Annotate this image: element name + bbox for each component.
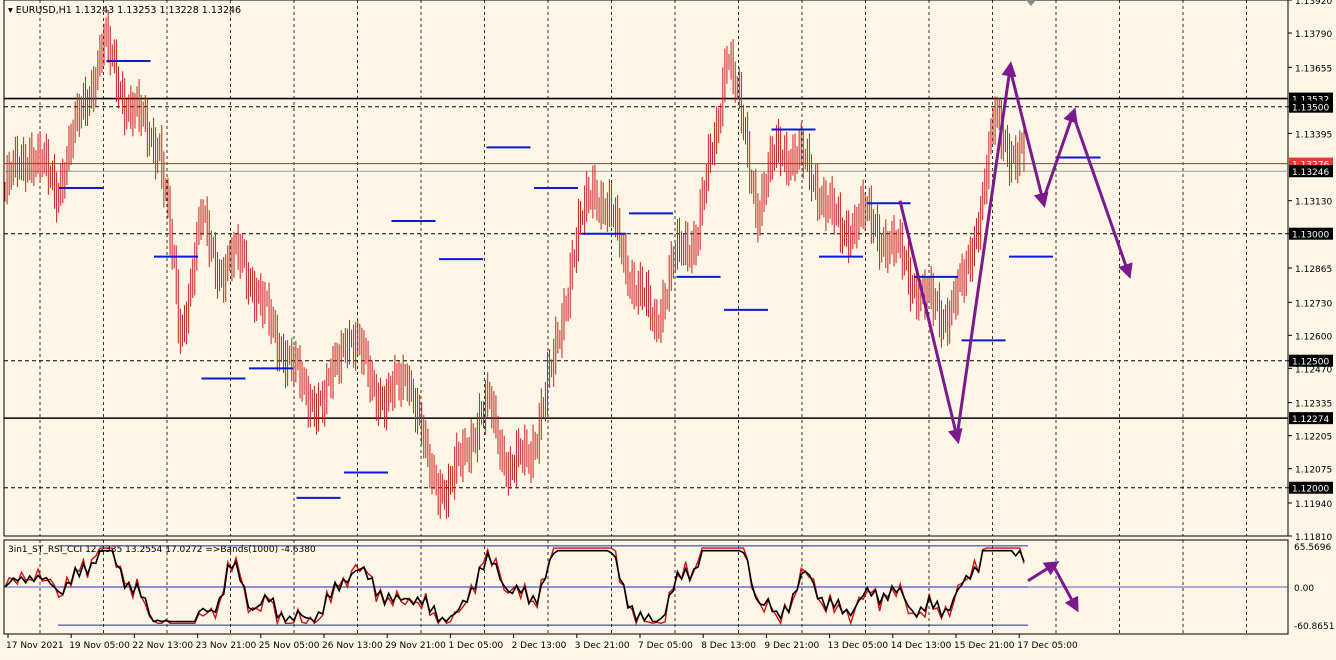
chart-window: 1.13920 1.13790 1.13655 1.13500 1.13395 1.131… [0,0,1336,656]
price-tick-label: 1.12730 [1295,299,1332,309]
oscillator-projection-arrow[interactable] [1051,564,1079,613]
time-tick-label: 9 Dec 21:00 [764,641,819,651]
projection-arrows [898,61,1133,445]
time-tick-label: 26 Nov 13:00 [322,641,383,651]
price-tick-label: 1.13130 [1295,198,1332,208]
level-label: 1.13000 [1292,231,1329,241]
time-tick-label: 1 Dec 05:00 [448,641,503,651]
candles [4,9,1025,519]
price-tick-label: 1.12075 [1295,466,1332,476]
oscillator-fast-line [4,547,1025,626]
time-tick-label: 14 Dec 13:00 [891,641,952,651]
price-tick-label: 1.13790 [1295,30,1332,40]
oscillator-tick-label: -60.8651 [1294,622,1334,632]
time-tick-label: 15 Dec 21:00 [954,641,1015,651]
level-label: 1.13500 [1292,104,1329,114]
time-tick-label: 17 Nov 2021 [6,641,64,651]
time-tick-label: 22 Nov 13:00 [132,641,193,651]
chart-shift-marker-icon[interactable] [1026,0,1036,6]
time-axis: 17 Nov 2021 19 Nov 05:00 22 Nov 13:00 23 No… [6,634,1078,651]
oscillator-tick-label: 0.00 [1294,584,1314,594]
projection-arrow[interactable] [1008,68,1049,208]
level-label: 1.13246 [1292,168,1329,178]
price-tick-label: 1.12335 [1295,400,1332,410]
level-label: 1.12000 [1292,485,1329,495]
oscillator: 3in1_ST_RSI_CCI 12.2335 13.2554 17.0272 … [4,543,1334,632]
price-tick-label: 1.13920 [1295,0,1332,7]
oscillator-slow-line [4,549,1025,623]
time-tick-label: 17 Dec 05:00 [1017,641,1078,651]
level-label: 1.12274 [1292,415,1329,425]
projection-arrow[interactable] [898,200,963,445]
projection-arrow[interactable] [955,61,1017,438]
level-label: 1.12500 [1292,358,1329,368]
grid [39,0,1247,634]
time-tick-label: 23 Nov 21:00 [196,641,257,651]
time-tick-label: 13 Dec 05:00 [828,641,889,651]
time-tick-label: 2 Dec 13:00 [512,641,567,651]
price-tick-label: 1.12865 [1295,265,1332,275]
price-chart-svg: 1.13920 1.13790 1.13655 1.13500 1.13395 1.131… [3,0,1334,651]
oscillator-projection-arrow[interactable] [1027,561,1060,583]
time-tick-label: 25 Nov 05:00 [259,641,320,651]
oscillator-header: 3in1_ST_RSI_CCI 12.2335 13.2554 17.0272 … [8,545,316,555]
time-tick-label: 29 Nov 21:00 [385,641,446,651]
time-tick-label: 19 Nov 05:00 [69,641,130,651]
oscillator-tick-label: 65.5696 [1294,543,1331,553]
price-tick-label: 1.13395 [1295,130,1332,140]
price-tick-label: 1.11940 [1295,500,1332,510]
price-tick-label: 1.13655 [1295,64,1332,74]
time-tick-label: 3 Dec 21:00 [575,641,630,651]
time-tick-label: 8 Dec 13:00 [701,641,756,651]
time-tick-label: 7 Dec 05:00 [638,641,693,651]
chart-header: ▾ EURUSD,H1 1.13243 1.13253 1.13228 1.13… [8,5,241,16]
price-tick-label: 1.12600 [1295,332,1332,342]
price-axis: 1.13920 1.13790 1.13655 1.13500 1.13395 1.131… [1288,0,1333,543]
price-tick-label: 1.12205 [1295,433,1332,443]
price-tick-label: 1.11810 [1295,533,1332,543]
